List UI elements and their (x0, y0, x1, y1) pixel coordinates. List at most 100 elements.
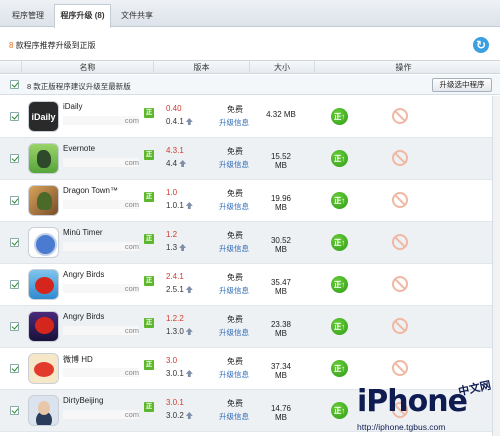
tab-program-upgrade[interactable]: 程序升级 (8) (54, 4, 111, 28)
table-row: Angry Birds com 正 1.2.2 1.3.0 免费 升级信息 23… (0, 306, 500, 348)
app-url: com (63, 242, 139, 251)
upgrade-official-button[interactable]: 正↑ (331, 360, 348, 377)
app-name: Angry Birds (63, 312, 105, 321)
row-checkbox[interactable] (10, 238, 19, 247)
version-new: 1.2 (166, 230, 178, 239)
upgrade-official-button[interactable]: 正↑ (331, 108, 348, 125)
version-new: 1.0 (166, 188, 178, 197)
upgrade-selected-button[interactable]: 升级选中程序 (432, 78, 492, 92)
app-url: com (63, 158, 139, 167)
row-checkbox[interactable] (10, 280, 19, 289)
version-old: 4.4 (166, 159, 187, 168)
up-arrow-icon (179, 244, 187, 251)
weibo-icon (28, 353, 59, 384)
app-size: 19.96 MB (270, 194, 292, 212)
upgrade-official-button[interactable]: 正↑ (331, 276, 348, 293)
header-name: 名称 (21, 61, 153, 74)
version-old: 2.5.1 (166, 285, 193, 294)
version-old: 1.3.0 (166, 327, 193, 336)
version-old: 3.0.2 (166, 411, 193, 420)
row-checkbox[interactable] (10, 406, 19, 415)
row-checkbox[interactable] (10, 322, 19, 331)
table-header: 名称 版本 大小 操作 (0, 60, 500, 74)
ignore-icon[interactable] (392, 234, 408, 250)
upgrade-official-button[interactable]: 正↑ (331, 150, 348, 167)
angry-birds-space-icon (28, 311, 59, 342)
tab-program-manage[interactable]: 程序管理 (4, 5, 52, 27)
app-name: Dragon Town™ (63, 186, 118, 195)
upgrade-official-button[interactable]: 正↑ (331, 318, 348, 335)
upgrade-info-link[interactable]: 升级信息 (219, 201, 249, 212)
summary-bar: 8 款程序推荐升级到正版 (0, 28, 500, 59)
official-badge: 正 (144, 276, 154, 286)
official-badge: 正 (144, 402, 154, 412)
upgrade-official-button[interactable]: 正↑ (331, 234, 348, 251)
evernote-icon (28, 143, 59, 174)
table-row: Minü Timer com 正 1.2 1.3 免费 升级信息 30.52 M… (0, 222, 500, 264)
ignore-icon[interactable] (392, 192, 408, 208)
notice-row: 8 款正版程序建议升级至最新版 (0, 75, 500, 95)
ignore-icon[interactable] (392, 360, 408, 376)
notice-label: 款正版程序建议升级至最新版 (33, 82, 131, 91)
ignore-icon[interactable] (392, 276, 408, 292)
watermark-url: http://iphone.tgbus.com (357, 422, 446, 432)
up-arrow-icon (185, 412, 193, 419)
select-all-checkbox[interactable] (10, 80, 19, 89)
watermark-logo: iPhone (357, 384, 468, 419)
official-badge: 正 (144, 108, 154, 118)
version-new: 3.0 (166, 356, 178, 365)
watermark: iPhone 中文网 http://iphone.tgbus.com (345, 380, 500, 436)
tab-file-share[interactable]: 文件共享 (113, 5, 161, 27)
version-new: 4.3.1 (166, 146, 184, 155)
app-size: 14.76 MB (270, 404, 292, 422)
official-badge: 正 (144, 192, 154, 202)
refresh-icon[interactable]: ↻ (473, 37, 489, 53)
row-checkbox[interactable] (10, 196, 19, 205)
upgrade-info-link[interactable]: 升级信息 (219, 327, 249, 338)
price: 免费 (227, 273, 243, 282)
app-size: 37.34 MB (270, 362, 292, 380)
version-old: 3.0.1 (166, 369, 193, 378)
up-arrow-icon (185, 370, 193, 377)
table-row: iDaily iDaily com 正 0.40 0.4.1 免费 升级信息 4… (0, 96, 500, 138)
official-badge: 正 (144, 150, 154, 160)
table-row: Dragon Town™ com 正 1.0 1.0.1 免费 升级信息 19.… (0, 180, 500, 222)
header-size: 大小 (249, 61, 314, 74)
app-url: com (63, 116, 139, 125)
upgrade-info-link[interactable]: 升级信息 (219, 285, 249, 296)
up-arrow-icon (179, 160, 187, 167)
upgrade-official-button[interactable]: 正↑ (331, 192, 348, 209)
ignore-icon[interactable] (392, 150, 408, 166)
upgrade-info-link[interactable]: 升级信息 (219, 411, 249, 422)
price: 免费 (227, 147, 243, 156)
table-row: Evernote com 正 4.3.1 4.4 免费 升级信息 15.52 M… (0, 138, 500, 180)
summary-label: 款程序推荐升级到正版 (15, 41, 96, 50)
app-size: 4.32 MB (266, 110, 296, 119)
summary-count: 8 (9, 41, 14, 50)
upgrade-info-link[interactable]: 升级信息 (219, 117, 249, 128)
official-badge: 正 (144, 234, 154, 244)
version-new: 1.2.2 (166, 314, 184, 323)
price: 免费 (227, 357, 243, 366)
version-old: 1.0.1 (166, 201, 193, 210)
app-url: com (63, 410, 139, 419)
dirtybeijing-icon (28, 395, 59, 426)
upgrade-info-link[interactable]: 升级信息 (219, 369, 249, 380)
app-name: 微博 HD (63, 355, 93, 364)
app-size: 30.52 MB (270, 236, 292, 254)
ignore-icon[interactable] (392, 108, 408, 124)
app-size: 35.47 MB (270, 278, 292, 296)
upgrade-info-link[interactable]: 升级信息 (219, 159, 249, 170)
row-checkbox[interactable] (10, 364, 19, 373)
price: 免费 (227, 231, 243, 240)
angry-birds-hd-icon (28, 269, 59, 300)
version-new: 0.40 (166, 104, 182, 113)
app-name: DirtyBeijing (63, 396, 104, 405)
row-checkbox[interactable] (10, 154, 19, 163)
ignore-icon[interactable] (392, 318, 408, 334)
watermark-cn: 中文网 (457, 379, 493, 399)
row-checkbox[interactable] (10, 112, 19, 121)
upgrade-info-link[interactable]: 升级信息 (219, 243, 249, 254)
app-url: com (63, 326, 139, 335)
price: 免费 (227, 105, 243, 114)
